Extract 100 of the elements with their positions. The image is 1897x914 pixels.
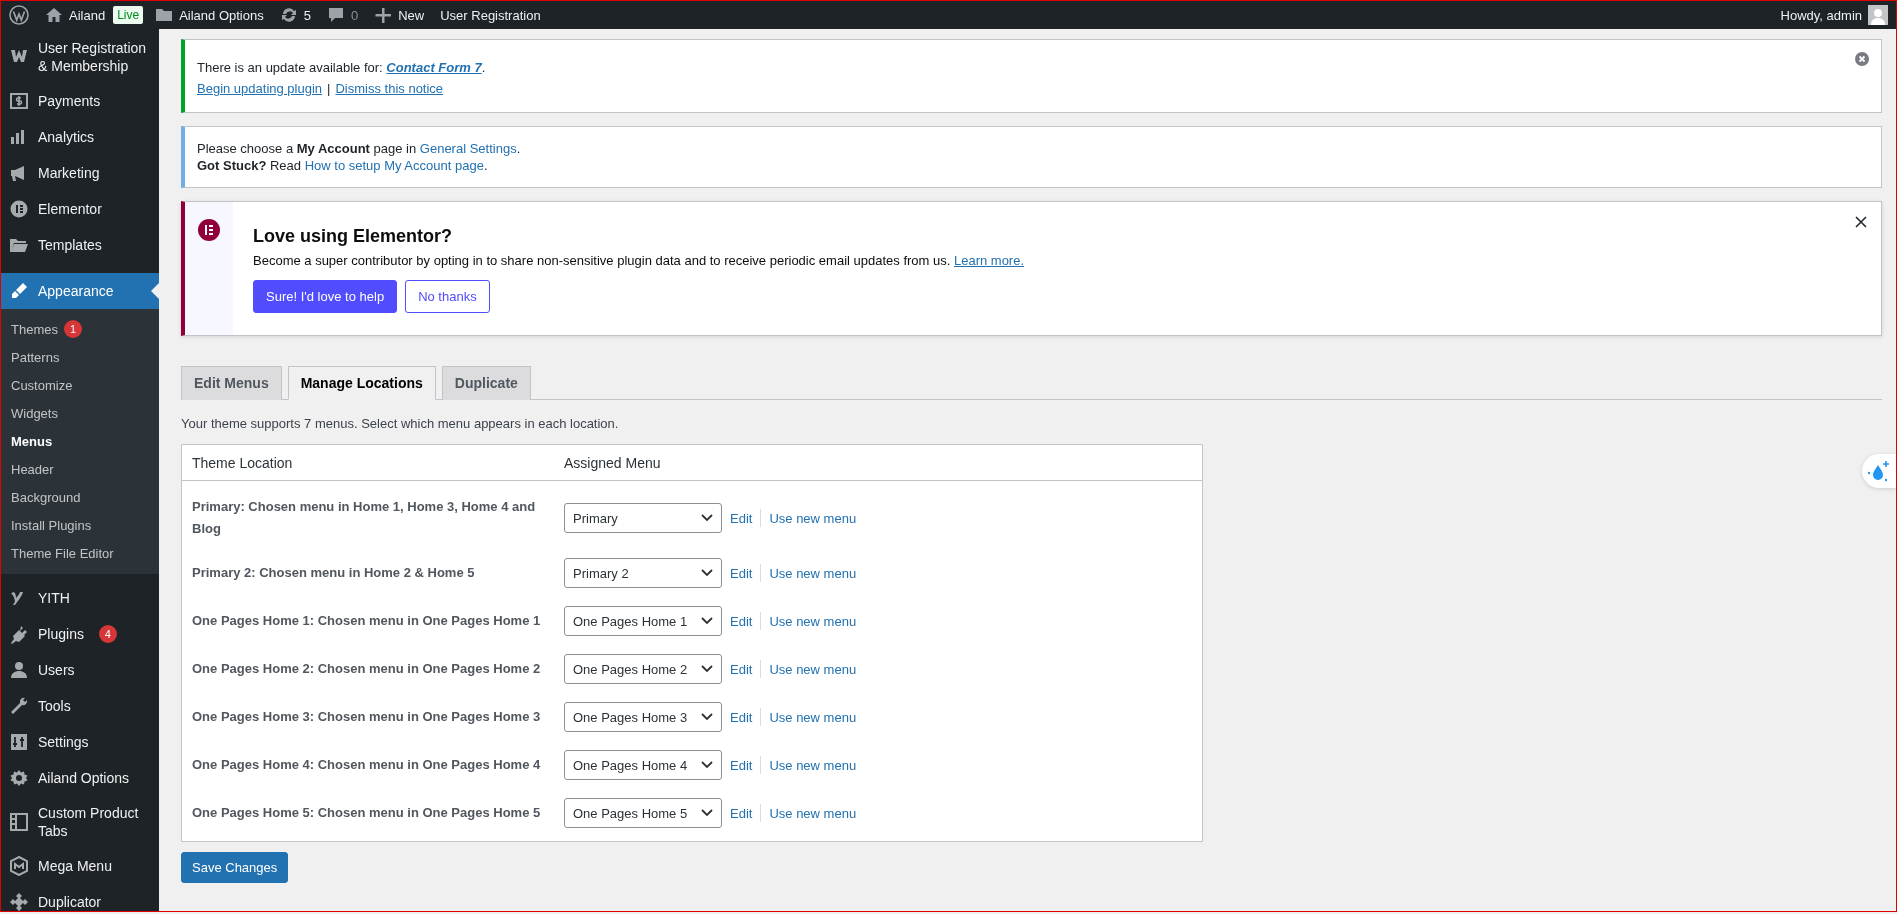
sidebar-item[interactable]: Ailand Options xyxy=(1,760,159,796)
sidebar-item[interactable]: Users xyxy=(1,652,159,688)
location-label: One Pages Home 1: Chosen menu in One Pages Home 1 xyxy=(191,612,542,630)
admin-bar-link[interactable]: 0 xyxy=(318,1,367,29)
use-new-menu-link[interactable]: Use new menu xyxy=(769,805,857,821)
settings-link[interactable]: How to setup My Account page xyxy=(304,158,484,173)
edit-link[interactable]: Edit xyxy=(730,661,753,677)
sidebar-item[interactable]: Tools xyxy=(1,688,159,724)
no-thanks-button[interactable]: No thanks xyxy=(405,280,490,313)
edit-link[interactable]: Edit xyxy=(730,613,753,629)
sidebar-item[interactable]: Mega Menu xyxy=(1,848,159,884)
location-label: One Pages Home 2: Chosen menu in One Pages Home 2 xyxy=(191,660,542,678)
column-header: Theme Location xyxy=(191,454,294,471)
layout-icon xyxy=(9,812,29,832)
tab[interactable]: Manage Locations xyxy=(287,366,436,400)
wrench-icon xyxy=(9,696,29,716)
tab[interactable]: Edit Menus xyxy=(181,366,282,400)
notice-action-link[interactable]: Dismiss this notice xyxy=(335,81,444,96)
submenu-item[interactable]: Header xyxy=(1,455,159,483)
menu-select[interactable]: One Pages Home 3 xyxy=(564,702,722,732)
tab[interactable]: Duplicate xyxy=(441,366,531,400)
edit-link[interactable]: Edit xyxy=(730,709,753,725)
edit-link[interactable]: Edit xyxy=(730,510,753,526)
chevron-down-icon xyxy=(701,514,713,522)
notice-title: Love using Elementor? xyxy=(253,226,454,247)
submenu-item[interactable]: Theme File Editor xyxy=(1,539,159,567)
plugin-link[interactable]: Contact Form 7 xyxy=(386,60,482,75)
home-icon xyxy=(45,7,63,23)
submenu-item[interactable]: Widgets xyxy=(1,399,159,427)
use-new-menu-link[interactable]: Use new menu xyxy=(769,565,857,581)
menu-select[interactable]: One Pages Home 2 xyxy=(564,654,722,684)
menu-select[interactable]: One Pages Home 1 xyxy=(564,606,722,636)
location-label: Primary: Chosen menu in Home 1, Home 3, Home 4 and Blog xyxy=(191,498,537,538)
edit-link[interactable]: Edit xyxy=(730,757,753,773)
location-label: Primary 2: Chosen menu in Home 2 & Home 5 xyxy=(191,564,476,582)
submenu-item[interactable]: Themes 1 xyxy=(1,315,159,343)
plus-icon xyxy=(374,6,393,24)
sidebar-item[interactable]: Custom Product Tabs xyxy=(1,796,159,848)
user-icon xyxy=(9,660,29,680)
avatar-icon xyxy=(1868,5,1888,25)
admin-bar-link[interactable]: 5 xyxy=(271,1,319,29)
settings-link[interactable]: General Settings xyxy=(419,141,517,156)
sidebar-item[interactable]: Elementor xyxy=(1,191,159,227)
sidebar-item[interactable]: Payments xyxy=(1,83,159,119)
use-new-menu-link[interactable]: Use new menu xyxy=(769,613,857,629)
notice-text: Become a super contributor by opting in to share non-sensitive plugin data and to receive periodic email updates from us. Learn more. xyxy=(253,253,1025,268)
admin-bar-link[interactable]: User Registration xyxy=(432,1,549,29)
learn-more-link[interactable]: Learn more. xyxy=(953,253,1025,268)
admin-bar-link[interactable]: New xyxy=(366,1,433,29)
menu-select[interactable]: One Pages Home 4 xyxy=(564,750,722,780)
admin-bar-link[interactable]: Ailand Options xyxy=(147,1,272,29)
close-icon xyxy=(1855,52,1869,66)
submenu-item[interactable]: Patterns xyxy=(1,343,159,371)
edit-link[interactable]: Edit xyxy=(730,805,753,821)
submenu-item[interactable]: Install Plugins xyxy=(1,511,159,539)
sidebar-item[interactable]: Duplicator xyxy=(1,884,159,911)
submenu-item[interactable]: Background xyxy=(1,483,159,511)
comment-icon xyxy=(326,6,345,24)
description-text: Your theme supports 7 menus. Select which menu appears in each location. xyxy=(181,416,620,431)
elementor-icon xyxy=(198,219,220,241)
gear-icon xyxy=(9,768,29,788)
notice-text: Please choose a My Account page in General Settings. xyxy=(197,141,522,156)
save-changes-button[interactable]: Save Changes xyxy=(181,852,289,883)
sidebar-item[interactable]: Analytics xyxy=(1,119,159,155)
sidebar-item[interactable]: Settings xyxy=(1,724,159,760)
use-new-menu-link[interactable]: Use new menu xyxy=(769,661,857,677)
sidebar-item[interactable]: User Registration & Membership xyxy=(1,31,159,83)
chevron-down-icon xyxy=(701,665,713,673)
submenu-item[interactable]: Customize xyxy=(1,371,159,399)
chevron-down-icon xyxy=(701,569,713,577)
use-new-menu-link[interactable]: Use new menu xyxy=(769,709,857,725)
use-new-menu-link[interactable]: Use new menu xyxy=(769,757,857,773)
sidebar-item[interactable]: Marketing xyxy=(1,155,159,191)
separator-text: | xyxy=(327,81,331,96)
location-label: One Pages Home 4: Chosen menu in One Pages Home 4 xyxy=(191,756,542,774)
edit-link[interactable]: Edit xyxy=(730,565,753,581)
live-badge: Live xyxy=(113,6,144,24)
sidebar-item[interactable]: Templates xyxy=(1,227,159,263)
chevron-down-icon xyxy=(701,809,713,817)
sliders-icon xyxy=(9,732,29,752)
submenu-item[interactable]: Menus xyxy=(1,427,159,455)
menu-select[interactable]: One Pages Home 5 xyxy=(564,798,722,828)
account-link[interactable]: Howdy, admin xyxy=(1772,1,1896,29)
use-new-menu-link[interactable]: Use new menu xyxy=(769,510,857,526)
droplet-button[interactable] xyxy=(1862,454,1896,488)
site-name-link[interactable]: Ailand xyxy=(37,1,114,29)
menu-select[interactable]: Primary xyxy=(564,503,722,533)
notice-text: Got Stuck? Read How to setup My Account page. xyxy=(197,158,489,173)
location-label: One Pages Home 3: Chosen menu in One Pages Home 3 xyxy=(191,708,542,726)
notice-action-link[interactable]: Begin updating plugin xyxy=(197,81,323,96)
menu-select[interactable]: Primary 2 xyxy=(564,558,722,588)
droplet-icon xyxy=(1866,458,1892,484)
elementor-icon xyxy=(9,199,29,219)
sidebar-item[interactable]: YITH xyxy=(1,580,159,616)
close-icon xyxy=(1855,216,1867,228)
opt-in-button[interactable]: Sure! I'd love to help xyxy=(253,280,398,313)
paintbrush-icon xyxy=(9,281,29,301)
sidebar-item[interactable]: Plugins 4 xyxy=(1,616,159,652)
plug-icon xyxy=(9,624,29,644)
sidebar-item[interactable]: Appearance xyxy=(1,273,159,309)
